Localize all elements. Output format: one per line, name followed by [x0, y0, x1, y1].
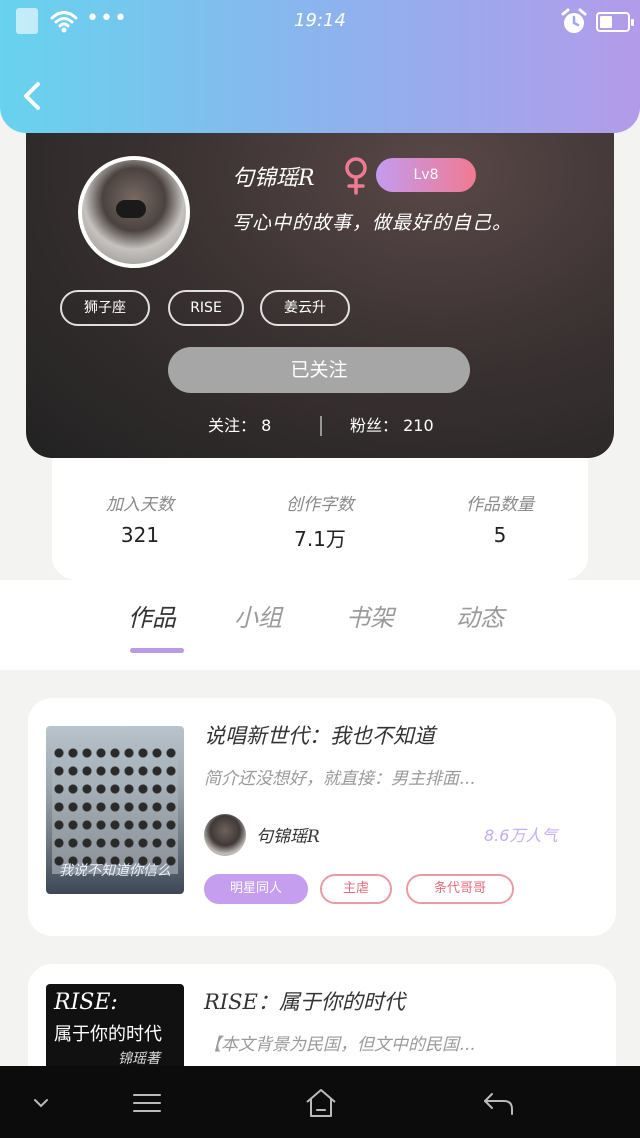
system-navigation-bar — [0, 1066, 640, 1138]
stat-label: 加入天数 — [106, 495, 174, 515]
stat-value: 5 — [493, 523, 507, 547]
work-tag[interactable]: 明星同人 — [204, 874, 308, 904]
stat-label: 创作字数 — [286, 495, 354, 515]
follow-stats: 关注： 8 粉丝： 210 — [26, 412, 614, 442]
cover-author: 锦瑶著 — [118, 1051, 160, 1067]
following-stat[interactable]: 关注： 8 — [208, 412, 271, 436]
back-arrow-icon[interactable] — [482, 1088, 516, 1118]
popularity-count: 8.6万人气 — [484, 826, 558, 845]
cover-group-photo — [52, 744, 178, 874]
profile-tag-rise[interactable]: RISE — [168, 290, 244, 326]
stat-value: 7.1万 — [294, 527, 346, 551]
stats-divider — [320, 416, 322, 436]
work-title[interactable]: 说唱新世代：我也不知道 — [204, 720, 435, 750]
status-bar: ••• 19:14 — [0, 0, 640, 44]
clock: 19:14 — [294, 10, 346, 31]
work-description: 简介还没想好，就直接：男主排面... — [204, 769, 476, 789]
tab-groups[interactable]: 小组 — [234, 598, 282, 633]
profile-tabs: 作品 小组 书架 动态 — [0, 580, 640, 670]
avatar-mask-detail — [116, 200, 146, 218]
cover-caption: 我说不知道你信么 — [59, 863, 171, 879]
stat-value: 321 — [120, 523, 160, 547]
work-card[interactable]: 我说不知道你信么 说唱新世代：我也不知道 简介还没想好，就直接：男主排面... … — [28, 698, 616, 936]
avatar[interactable] — [78, 156, 190, 268]
following-count: 8 — [261, 416, 272, 435]
back-chevron-icon[interactable] — [18, 78, 50, 114]
work-tag[interactable]: 主虐 — [320, 874, 392, 904]
follow-button[interactable]: 已关注 — [168, 347, 470, 393]
fans-count: 210 — [403, 416, 434, 435]
home-icon[interactable] — [304, 1088, 338, 1118]
cover-subtitle: 属于你的时代 — [54, 1024, 162, 1045]
fans-stat[interactable]: 粉丝： 210 — [350, 412, 434, 436]
author-avatar[interactable] — [204, 814, 246, 856]
active-tab-indicator — [130, 648, 184, 653]
battery-icon — [596, 12, 634, 32]
menu-icon[interactable] — [130, 1088, 164, 1118]
following-label: 关注： — [208, 416, 257, 435]
profile-signature: 写心中的故事，做最好的自己。 — [232, 212, 513, 234]
username: 句锦瑶R — [232, 166, 315, 191]
stat-words-written: 创作字数 7.1万 — [240, 490, 400, 552]
profile-tag-zodiac[interactable]: 狮子座 — [60, 290, 150, 326]
tab-works[interactable]: 作品 — [128, 598, 176, 633]
app-header: ••• 19:14 — [0, 0, 640, 133]
author-name[interactable]: 句锦瑶R — [256, 822, 320, 847]
stat-works-count: 作品数量 5 — [420, 490, 580, 547]
tab-activity[interactable]: 动态 — [456, 598, 504, 633]
alarm-icon — [561, 8, 587, 33]
work-cover[interactable]: 我说不知道你信么 — [46, 726, 184, 894]
chevron-down-icon[interactable] — [24, 1088, 58, 1118]
tab-bookshelf[interactable]: 书架 — [346, 598, 394, 633]
work-description: 【本文背景为民国，但文中的民国... — [204, 1035, 476, 1055]
work-tag[interactable]: 条代哥哥 — [406, 874, 514, 904]
creation-stats: 加入天数 321 创作字数 7.1万 作品数量 5 — [52, 458, 588, 580]
profile-card: 句锦瑶R Lv8 写心中的故事，做最好的自己。 狮子座 RISE 姜云升 已关注… — [26, 100, 614, 458]
work-title[interactable]: RISE：属于你的时代 — [204, 986, 405, 1016]
fans-label: 粉丝： — [350, 416, 399, 435]
stat-days-joined: 加入天数 321 — [60, 490, 220, 547]
level-badge: Lv8 — [376, 158, 476, 192]
cover-title: RISE: — [54, 990, 118, 1015]
stat-label: 作品数量 — [466, 495, 534, 515]
female-icon — [345, 157, 367, 195]
profile-tag-idol[interactable]: 姜云升 — [260, 290, 350, 326]
